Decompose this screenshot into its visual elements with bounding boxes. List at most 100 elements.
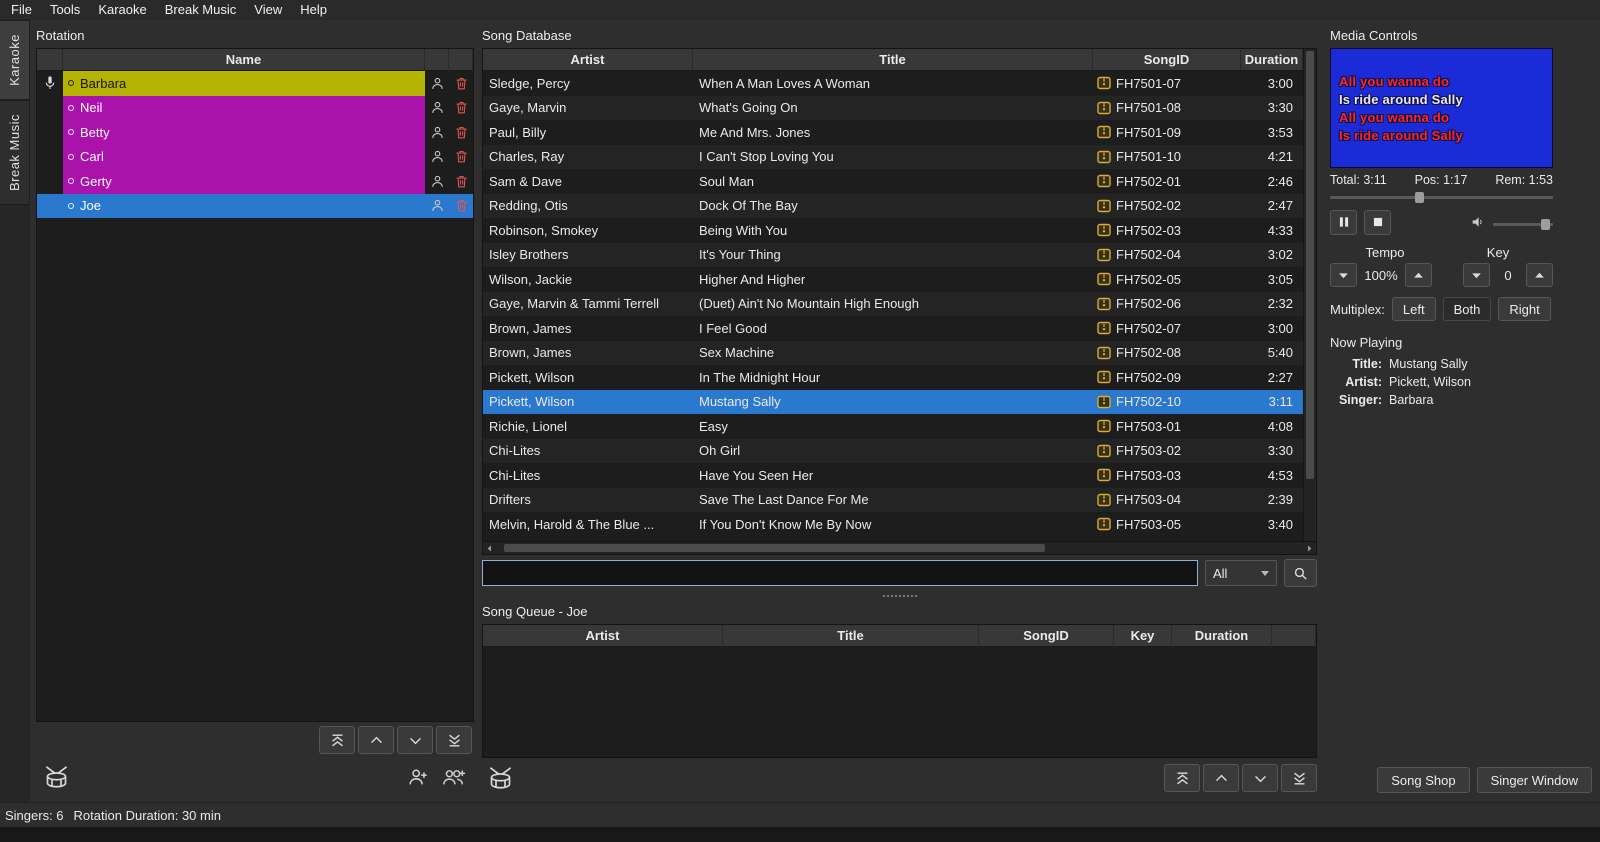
volume-slider-handle[interactable] bbox=[1541, 219, 1550, 230]
menu-item-break-music[interactable]: Break Music bbox=[156, 0, 246, 19]
search-filter-dropdown[interactable]: All bbox=[1205, 560, 1277, 586]
queue-header-title[interactable]: Title bbox=[723, 625, 979, 647]
db-vertical-scrollbar[interactable] bbox=[1303, 49, 1316, 541]
singer-delete-button[interactable] bbox=[449, 71, 473, 96]
song-row[interactable]: Brown, James Sex Machine FH7502-08 5:40 bbox=[483, 341, 1303, 366]
queue-header-key[interactable]: Key bbox=[1114, 625, 1172, 647]
rotation-row-betty[interactable]: Betty bbox=[37, 120, 473, 145]
menu-item-file[interactable]: File bbox=[2, 0, 41, 19]
singer-window-button[interactable]: Singer Window bbox=[1477, 767, 1592, 793]
key-increase-button[interactable] bbox=[1526, 263, 1553, 287]
rotation-break-music-button[interactable] bbox=[38, 760, 74, 794]
stop-button[interactable] bbox=[1364, 210, 1391, 235]
rotation-row-barbara[interactable]: Barbara bbox=[37, 71, 473, 96]
column-header-songid[interactable]: SongID bbox=[1093, 49, 1241, 70]
song-row[interactable]: Brown, James I Feel Good FH7502-07 3:00 bbox=[483, 316, 1303, 341]
song-row[interactable]: Melvin, Harold & The Blue ... If You Don… bbox=[483, 512, 1303, 537]
tempo-decrease-button[interactable] bbox=[1330, 263, 1357, 287]
song-row[interactable]: Chi-Lites Oh Girl FH7503-02 3:30 bbox=[483, 439, 1303, 464]
search-input[interactable] bbox=[482, 560, 1198, 586]
rotation-name-column-header[interactable]: Name bbox=[63, 49, 425, 71]
tab-break-music[interactable]: Break Music bbox=[0, 100, 30, 205]
rotation-row-gerty[interactable]: Gerty bbox=[37, 169, 473, 194]
position-slider-groove[interactable] bbox=[1330, 196, 1553, 199]
queue-move-up-button[interactable] bbox=[1203, 764, 1239, 792]
singer-profile-button[interactable] bbox=[425, 120, 449, 145]
song-row[interactable]: Pickett, Wilson In The Midnight Hour FH7… bbox=[483, 365, 1303, 390]
rotation-singer-name[interactable]: Carl bbox=[63, 145, 425, 170]
rotation-move-down-button[interactable] bbox=[397, 726, 433, 754]
song-row[interactable]: Pickett, Wilson Mustang Sally FH7502-10 … bbox=[483, 390, 1303, 415]
song-row[interactable]: Drifters Save The Last Dance For Me FH75… bbox=[483, 488, 1303, 513]
db-horizontal-scrollbar-track[interactable] bbox=[496, 542, 1303, 554]
queue-move-top-button[interactable] bbox=[1164, 764, 1200, 792]
menu-item-help[interactable]: Help bbox=[291, 0, 336, 19]
queue-header-artist[interactable]: Artist bbox=[483, 625, 723, 647]
singer-delete-button[interactable] bbox=[449, 169, 473, 194]
tempo-increase-button[interactable] bbox=[1405, 263, 1432, 287]
singer-profile-button[interactable] bbox=[425, 96, 449, 121]
tab-karaoke[interactable]: Karaoke bbox=[0, 20, 30, 100]
song-row[interactable]: Paul, Billy Me And Mrs. Jones FH7501-09 … bbox=[483, 120, 1303, 145]
add-singer-button[interactable] bbox=[400, 760, 436, 794]
rotation-singer-name[interactable]: Gerty bbox=[63, 169, 425, 194]
song-row[interactable]: Redding, Otis Dock Of The Bay FH7502-02 … bbox=[483, 194, 1303, 219]
position-slider[interactable] bbox=[1330, 190, 1553, 204]
position-slider-handle[interactable] bbox=[1415, 192, 1424, 203]
rotation-move-up-button[interactable] bbox=[358, 726, 394, 754]
queue-header-songid[interactable]: SongID bbox=[979, 625, 1114, 647]
column-header-artist[interactable]: Artist bbox=[483, 49, 693, 70]
search-button[interactable] bbox=[1284, 559, 1317, 587]
singer-delete-button[interactable] bbox=[449, 96, 473, 121]
column-header-title[interactable]: Title bbox=[693, 49, 1093, 70]
singer-profile-button[interactable] bbox=[425, 169, 449, 194]
rotation-row-joe[interactable]: Joe bbox=[37, 194, 473, 219]
pause-button[interactable] bbox=[1330, 210, 1357, 235]
rotation-singer-name[interactable]: Joe bbox=[63, 194, 425, 219]
singer-delete-button[interactable] bbox=[449, 194, 473, 219]
rotation-move-top-button[interactable] bbox=[319, 726, 355, 754]
multiplex-left-button[interactable]: Left bbox=[1392, 297, 1436, 321]
key-decrease-button[interactable] bbox=[1463, 263, 1490, 287]
queue-move-bottom-button[interactable] bbox=[1281, 764, 1317, 792]
song-row[interactable]: Charles, Ray I Can't Stop Loving You FH7… bbox=[483, 145, 1303, 170]
singer-delete-button[interactable] bbox=[449, 120, 473, 145]
menu-item-tools[interactable]: Tools bbox=[41, 0, 89, 19]
song-row[interactable]: Gaye, Marvin What's Going On FH7501-08 3… bbox=[483, 96, 1303, 121]
db-horizontal-scrollbar[interactable] bbox=[482, 542, 1317, 555]
db-horizontal-scrollbar-handle[interactable] bbox=[504, 544, 1045, 552]
splitter-handle[interactable] bbox=[482, 591, 1317, 600]
singer-delete-button[interactable] bbox=[449, 145, 473, 170]
rotation-singer-name[interactable]: Neil bbox=[63, 96, 425, 121]
song-row[interactable]: Sledge, Percy When A Man Loves A Woman F… bbox=[483, 71, 1303, 96]
menu-item-karaoke[interactable]: Karaoke bbox=[89, 0, 155, 19]
queue-move-down-button[interactable] bbox=[1242, 764, 1278, 792]
scroll-left-button[interactable] bbox=[483, 542, 496, 554]
song-row[interactable]: Wilson, Jackie Higher And Higher FH7502-… bbox=[483, 267, 1303, 292]
scroll-right-button[interactable] bbox=[1303, 542, 1316, 554]
singer-profile-button[interactable] bbox=[425, 71, 449, 96]
singer-profile-button[interactable] bbox=[425, 194, 449, 219]
db-vertical-scrollbar-handle[interactable] bbox=[1306, 51, 1314, 479]
rotation-move-bottom-button[interactable] bbox=[436, 726, 472, 754]
queue-header-duration[interactable]: Duration bbox=[1172, 625, 1272, 647]
rotation-singer-name[interactable]: Betty bbox=[63, 120, 425, 145]
multiplex-both-button[interactable]: Both bbox=[1443, 297, 1492, 321]
song-row[interactable]: Chi-Lites Have You Seen Her FH7503-03 4:… bbox=[483, 463, 1303, 488]
multiplex-right-button[interactable]: Right bbox=[1498, 297, 1550, 321]
menu-item-view[interactable]: View bbox=[245, 0, 291, 19]
rotation-row-neil[interactable]: Neil bbox=[37, 96, 473, 121]
queue-break-music-button[interactable] bbox=[482, 761, 518, 795]
song-row[interactable]: Gaye, Marvin & Tammi Terrell (Duet) Ain'… bbox=[483, 292, 1303, 317]
volume-slider[interactable] bbox=[1493, 217, 1553, 231]
song-row[interactable]: Richie, Lionel Easy FH7503-01 4:08 bbox=[483, 414, 1303, 439]
rotation-row-carl[interactable]: Carl bbox=[37, 145, 473, 170]
song-shop-button[interactable]: Song Shop bbox=[1377, 767, 1469, 793]
song-row[interactable]: Isley Brothers It's Your Thing FH7502-04… bbox=[483, 243, 1303, 268]
singer-profile-button[interactable] bbox=[425, 145, 449, 170]
add-singers-button[interactable] bbox=[436, 760, 472, 794]
song-row[interactable]: Sam & Dave Soul Man FH7502-01 2:46 bbox=[483, 169, 1303, 194]
song-row[interactable]: Robinson, Smokey Being With You FH7502-0… bbox=[483, 218, 1303, 243]
rotation-singer-name[interactable]: Barbara bbox=[63, 71, 425, 96]
column-header-duration[interactable]: Duration bbox=[1241, 49, 1303, 70]
